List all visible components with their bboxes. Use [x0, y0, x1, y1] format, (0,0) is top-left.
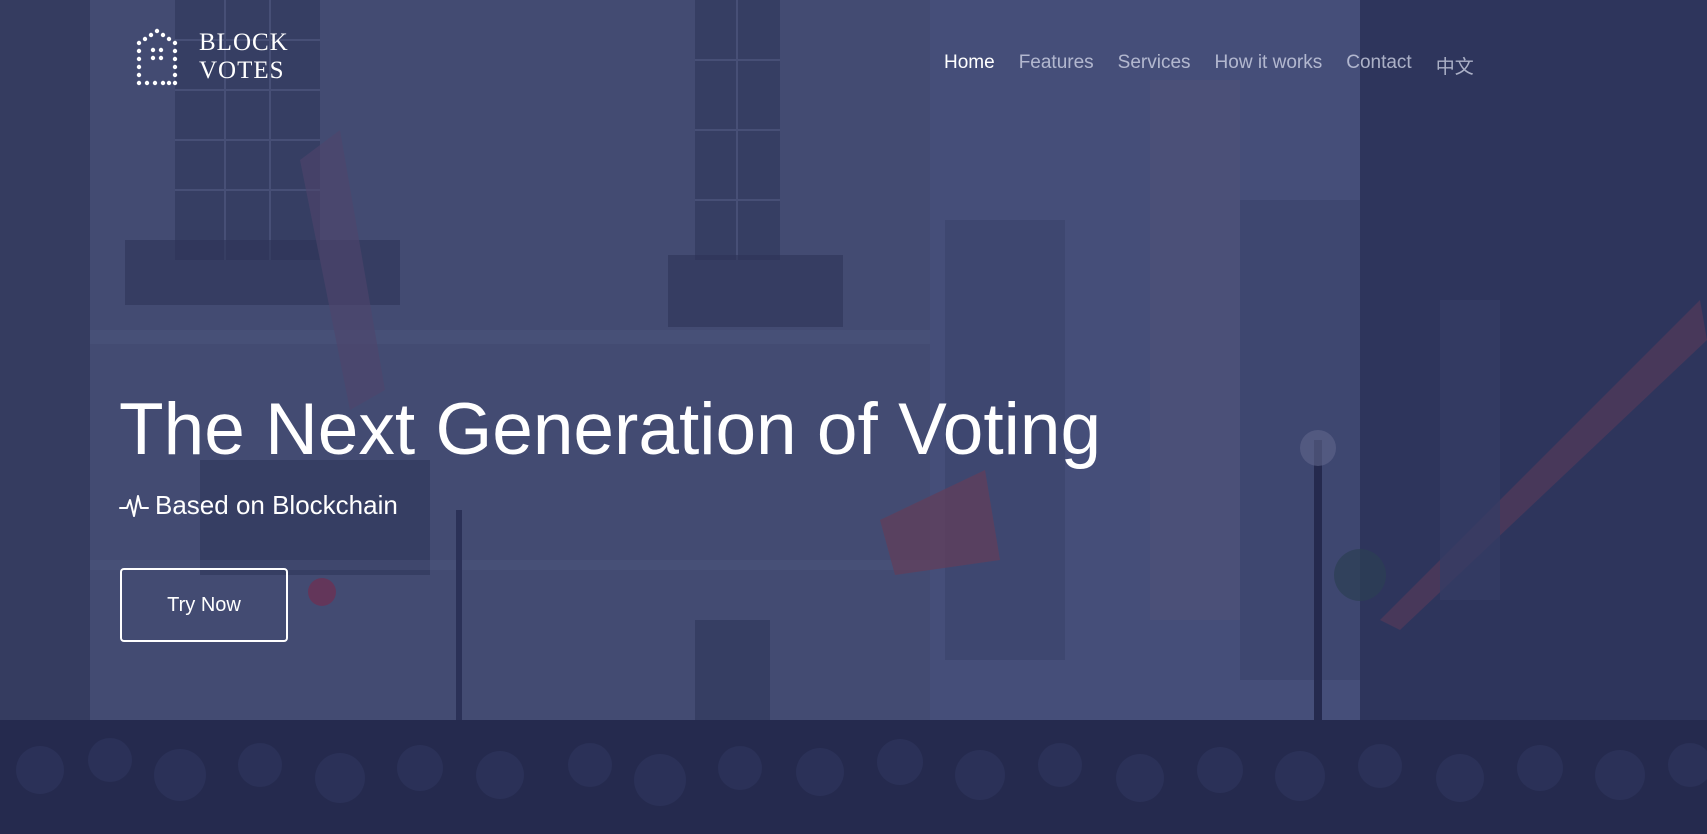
- brand-logo[interactable]: BLOCK VOTES: [133, 28, 289, 86]
- nav-item-services[interactable]: Services: [1118, 52, 1191, 79]
- try-now-button[interactable]: Try Now: [120, 568, 288, 642]
- nav-item-contact[interactable]: Contact: [1346, 52, 1411, 79]
- nav-item-how-it-works[interactable]: How it works: [1215, 52, 1323, 79]
- brand-name: BLOCK VOTES: [199, 29, 289, 85]
- main-nav: Home Features Services How it works Cont…: [944, 52, 1474, 79]
- hero-subline-text: Based on Blockchain: [155, 490, 398, 520]
- pulse-icon: [119, 494, 149, 517]
- hero-section: BLOCK VOTES Home Features Services How i…: [0, 0, 1707, 834]
- brand-name-line1: BLOCK: [199, 29, 289, 56]
- nav-item-home[interactable]: Home: [944, 52, 995, 79]
- house-dotted-icon: [136, 28, 178, 86]
- hero-subline: Based on Blockchain: [119, 490, 398, 521]
- nav-item-features[interactable]: Features: [1019, 52, 1094, 79]
- nav-item-language-chinese[interactable]: 中文: [1436, 52, 1474, 79]
- hero-headline: The Next Generation of Voting: [119, 389, 1102, 470]
- brand-name-line2: VOTES: [199, 57, 285, 84]
